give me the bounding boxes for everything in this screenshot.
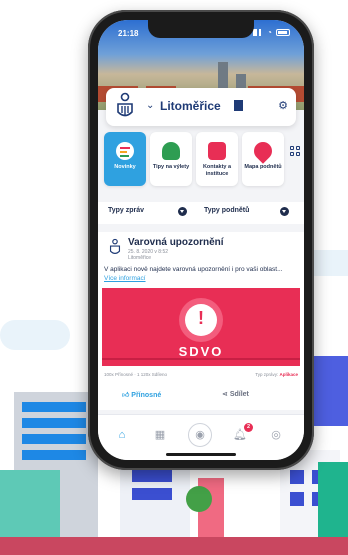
- bell-tab-icon[interactable]: 🔔︎ 2: [230, 423, 253, 445]
- more-info-link[interactable]: Více informací: [104, 275, 146, 282]
- notch: [148, 20, 254, 38]
- chevron-down-icon: ⌄: [146, 100, 155, 111]
- share-icon: ⋖: [222, 391, 228, 398]
- tile-mapa[interactable]: Mapa podnětů: [242, 132, 284, 186]
- bottom-tab-bar: ⌂ ▦ ◉ 🔔︎ 2 ◎: [98, 414, 304, 460]
- battery-icon: [276, 29, 290, 36]
- more-grid-icon[interactable]: [290, 146, 300, 156]
- building-green: [318, 462, 348, 540]
- dropdown-icon[interactable]: [178, 207, 187, 216]
- wifi-icon: ◔: [267, 28, 272, 37]
- tile-label: Kontakty a instituce: [202, 164, 232, 177]
- city-crest-icon: [109, 238, 121, 254]
- gear-icon[interactable]: ⚙: [278, 99, 288, 112]
- contacts-icon: [208, 142, 226, 160]
- signal-icon: [253, 29, 264, 36]
- notification-badge: 2: [244, 423, 253, 432]
- tile-label: Novinky: [114, 164, 136, 170]
- grid-tab-icon[interactable]: ▦: [150, 425, 170, 445]
- status-time: 21:18: [118, 29, 139, 38]
- post-source: Litoměřice: [128, 255, 152, 261]
- cloud: [0, 320, 70, 350]
- post-title: Varovná upozornění: [128, 237, 224, 248]
- road: [0, 537, 348, 555]
- post-meta: 100x Přínosné · 1 120x Sdíleno Typ zpráv…: [104, 372, 298, 377]
- home-tab-icon[interactable]: ⌂: [112, 425, 132, 445]
- map-pin-icon: [250, 138, 276, 164]
- app-screen: 21:18 ◔ ⌄ Litoměřice ⚙ Novinky Tipy na v…: [98, 20, 304, 460]
- post-banner: ! SDVO: [102, 288, 300, 366]
- tile-tipy[interactable]: Tipy na výlety: [150, 132, 192, 186]
- banner-label: SDVO: [178, 344, 224, 359]
- share-button[interactable]: ⋖ Sdílet: [222, 390, 249, 398]
- like-button[interactable]: 👍︎ Přínosné: [122, 390, 161, 399]
- category-tiles: Novinky Tipy na výlety Kontakty a instit…: [98, 132, 304, 190]
- city-crest-icon: [117, 92, 133, 117]
- tile-label: Tipy na výlety: [152, 164, 190, 170]
- post-stats: 100x Přínosné · 1 120x Sdíleno: [104, 372, 168, 377]
- city-selector[interactable]: ⌄ Litoměřice ⚙: [106, 88, 296, 126]
- tile-label: Mapa podnětů: [244, 164, 282, 170]
- tile-kontakty[interactable]: Kontakty a instituce: [196, 132, 238, 186]
- news-icon: [116, 142, 134, 160]
- filter-bar: Typy zpráv Typy podnětů: [98, 202, 304, 224]
- post-type-value: Aplikace: [279, 372, 298, 377]
- news-post[interactable]: Varovná upozornění 25. 8. 2020 v 8:52 Li…: [98, 232, 304, 410]
- filter-message-types[interactable]: Typy zpráv: [108, 207, 144, 214]
- camera-tab-icon[interactable]: ◉: [188, 423, 212, 447]
- alert-icon: !: [198, 308, 204, 328]
- city-name: Litoměřice: [160, 99, 221, 113]
- bookmark-icon: [234, 100, 243, 111]
- tree: [186, 486, 212, 512]
- tile-novinky[interactable]: Novinky: [104, 132, 146, 186]
- profile-tab-icon[interactable]: ◎: [266, 425, 286, 445]
- thumbs-up-icon: 👍︎: [122, 392, 130, 399]
- post-body: V aplikaci nově najdete varovná upozorně…: [104, 266, 283, 282]
- phone-frame: 21:18 ◔ ⌄ Litoměřice ⚙ Novinky Tipy na v…: [88, 10, 314, 470]
- building-teal: [0, 470, 60, 540]
- filter-suggestion-types[interactable]: Typy podnětů: [204, 207, 249, 214]
- dropdown-icon[interactable]: [280, 207, 289, 216]
- post-type-label: Typ zprávy:: [255, 372, 279, 377]
- post-actions: 👍︎ Přínosné ⋖ Sdílet: [98, 384, 304, 406]
- home-indicator: [166, 453, 236, 456]
- tree-icon: [162, 142, 180, 160]
